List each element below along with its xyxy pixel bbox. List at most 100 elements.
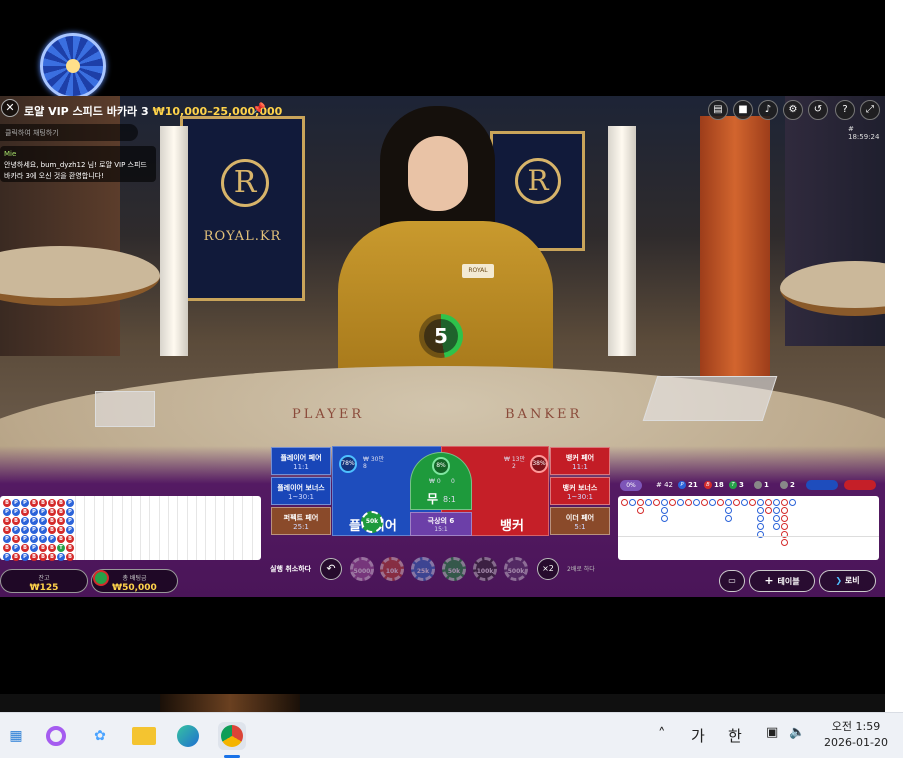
big-road-p	[661, 507, 668, 514]
assistant-icon[interactable]	[42, 722, 70, 750]
history-icon[interactable]: ↺	[808, 100, 828, 120]
chat-icon[interactable]: ▤	[708, 100, 728, 120]
sound-icon[interactable]: ♪	[758, 100, 778, 120]
tie-percent: 8%	[432, 457, 450, 475]
bead-b: B	[30, 499, 38, 507]
bead-b: B	[57, 508, 65, 516]
bead-b: B	[21, 508, 29, 516]
help-icon[interactable]: ?	[835, 100, 855, 120]
banker-predict-button[interactable]	[844, 480, 876, 490]
bead-p: P	[12, 526, 20, 534]
felt-banker-text: BANKER	[505, 407, 583, 422]
ime-language-indicator[interactable]: 한	[728, 725, 742, 746]
bead-b: B	[57, 526, 65, 534]
banker-bonus-bet[interactable]: 뱅커 보너스 1~30:1	[550, 477, 610, 505]
big-road-p	[725, 515, 732, 522]
player-bonus-bet[interactable]: 플레이어 보너스 1~30:1	[271, 477, 331, 505]
bead-p: P	[57, 553, 65, 561]
video-icon[interactable]: ■	[733, 100, 753, 120]
close-icon[interactable]: ✕	[1, 99, 19, 117]
game-header: ✕ 로얄 VIP 스피드 바카라 3 ₩10,000–25,000,000 📌 ▤…	[0, 96, 885, 141]
bead-p: P	[21, 526, 29, 534]
big-road-p	[693, 499, 700, 506]
chip-100k[interactable]: 100k	[473, 557, 497, 581]
big-road-p	[773, 515, 780, 522]
volume-icon[interactable]: 🔈	[789, 725, 805, 740]
window-edge	[0, 694, 885, 712]
bead-p: P	[39, 508, 47, 516]
double-label: 2배로 하다	[567, 566, 595, 573]
bead-b: B	[12, 553, 20, 561]
royal-crest-icon: R	[515, 158, 561, 204]
edge-browser-icon[interactable]	[174, 722, 202, 750]
tables-button[interactable]: + 테이블	[749, 570, 815, 592]
bet-timer: 5	[419, 314, 463, 358]
bead-road[interactable]: BPPBBBBPPPBPPBBPBBPPPBBPBPPPPBBPPBPPPPBB…	[0, 496, 261, 561]
bead-p: P	[66, 526, 74, 534]
big-road-p	[677, 499, 684, 506]
big-road-b	[781, 499, 788, 506]
chip-5000[interactable]: 5000	[350, 557, 374, 581]
bead-b: B	[30, 553, 38, 561]
timer-count: 5	[424, 319, 458, 353]
pair-dot-icon-2	[780, 481, 788, 489]
bead-b: B	[48, 526, 56, 534]
system-clock[interactable]: 오전 1:59 2026-01-20	[820, 719, 892, 751]
big-road-p	[661, 515, 668, 522]
felt-player-text: PLAYER	[292, 407, 365, 422]
player-percent: 78%	[339, 455, 357, 473]
player-pair-bet[interactable]: 플레이어 페어 11:1	[271, 447, 331, 475]
chevron-right-icon: ❯	[835, 576, 845, 585]
tie-odds: 8:1	[443, 495, 456, 504]
chevron-up-icon[interactable]: ˄	[658, 725, 666, 743]
player-dot-icon: P	[678, 481, 686, 489]
undo-button[interactable]: ↶	[320, 558, 342, 580]
player-count: 8	[363, 463, 367, 470]
chip-50k[interactable]: 50k	[442, 557, 466, 581]
double-button[interactable]: ×2	[537, 558, 559, 580]
chip-500k[interactable]: 500k	[504, 557, 528, 581]
banker-pair-bet[interactable]: 뱅커 페어 11:1	[550, 447, 610, 475]
big-road-p	[757, 523, 764, 530]
big-road-b	[765, 499, 772, 506]
either-pair-bet[interactable]: 이더 페어 5:1	[550, 507, 610, 535]
lobby-button[interactable]: ❯ 로비	[819, 570, 876, 592]
big-road[interactable]	[618, 496, 879, 560]
bead-p: P	[66, 517, 74, 525]
pair-count-1: 1	[764, 481, 769, 489]
chat-input[interactable]: 클릭하여 채팅하기	[0, 124, 138, 141]
banker-stake: ₩ 13만	[504, 456, 525, 463]
chrome-browser-icon[interactable]	[218, 722, 246, 750]
super-six-bet[interactable]: 극상의 6 15:1	[410, 512, 472, 536]
banker-wins: 18	[714, 481, 724, 489]
spin-wheel-icon[interactable]	[40, 33, 106, 99]
big-road-p	[757, 499, 764, 506]
player-predict-button[interactable]	[806, 480, 838, 490]
fullscreen-icon[interactable]: ⤢	[860, 100, 880, 120]
bead-b: B	[66, 553, 74, 561]
ime-mode-indicator[interactable]: 가	[691, 725, 705, 746]
settings-gear-icon[interactable]: ⚙	[783, 100, 803, 120]
bead-b: B	[39, 499, 47, 507]
file-explorer-icon[interactable]	[130, 722, 158, 750]
pin-icon[interactable]: 📌	[252, 102, 266, 115]
copilot-icon[interactable]: ✿	[86, 722, 114, 750]
live-baccarat-window: R ROYAL.KR R ROYAL PLAYER BANKER 5 ✕ 로얄 …	[0, 96, 885, 597]
bead-b: B	[66, 535, 74, 543]
tie-bet[interactable]: 8% ₩ 0 0 무 8:1	[410, 452, 472, 510]
big-road-b	[781, 507, 788, 514]
widgets-icon[interactable]: ▦	[2, 722, 30, 750]
bead-p: P	[12, 508, 20, 516]
network-icon[interactable]: ▣	[766, 725, 778, 740]
big-road-b	[765, 507, 772, 514]
bead-b: B	[57, 517, 65, 525]
big-road-b	[637, 507, 644, 514]
chat-text: 안녕하세요, bum_dyzh12 님! 로얄 VIP 스피드 바카라 3에 오…	[4, 161, 147, 180]
chip-25k[interactable]: 25k	[411, 557, 435, 581]
banker-count: 2	[512, 463, 516, 470]
chat-toggle-button[interactable]: ▭	[719, 570, 745, 592]
chip-10k[interactable]: 10k	[380, 557, 404, 581]
perfect-pair-bet[interactable]: 퍼펙트 페어 25:1	[271, 507, 331, 535]
tie-label: 무	[427, 492, 439, 506]
stats-toggle[interactable]: 0%	[620, 480, 642, 491]
